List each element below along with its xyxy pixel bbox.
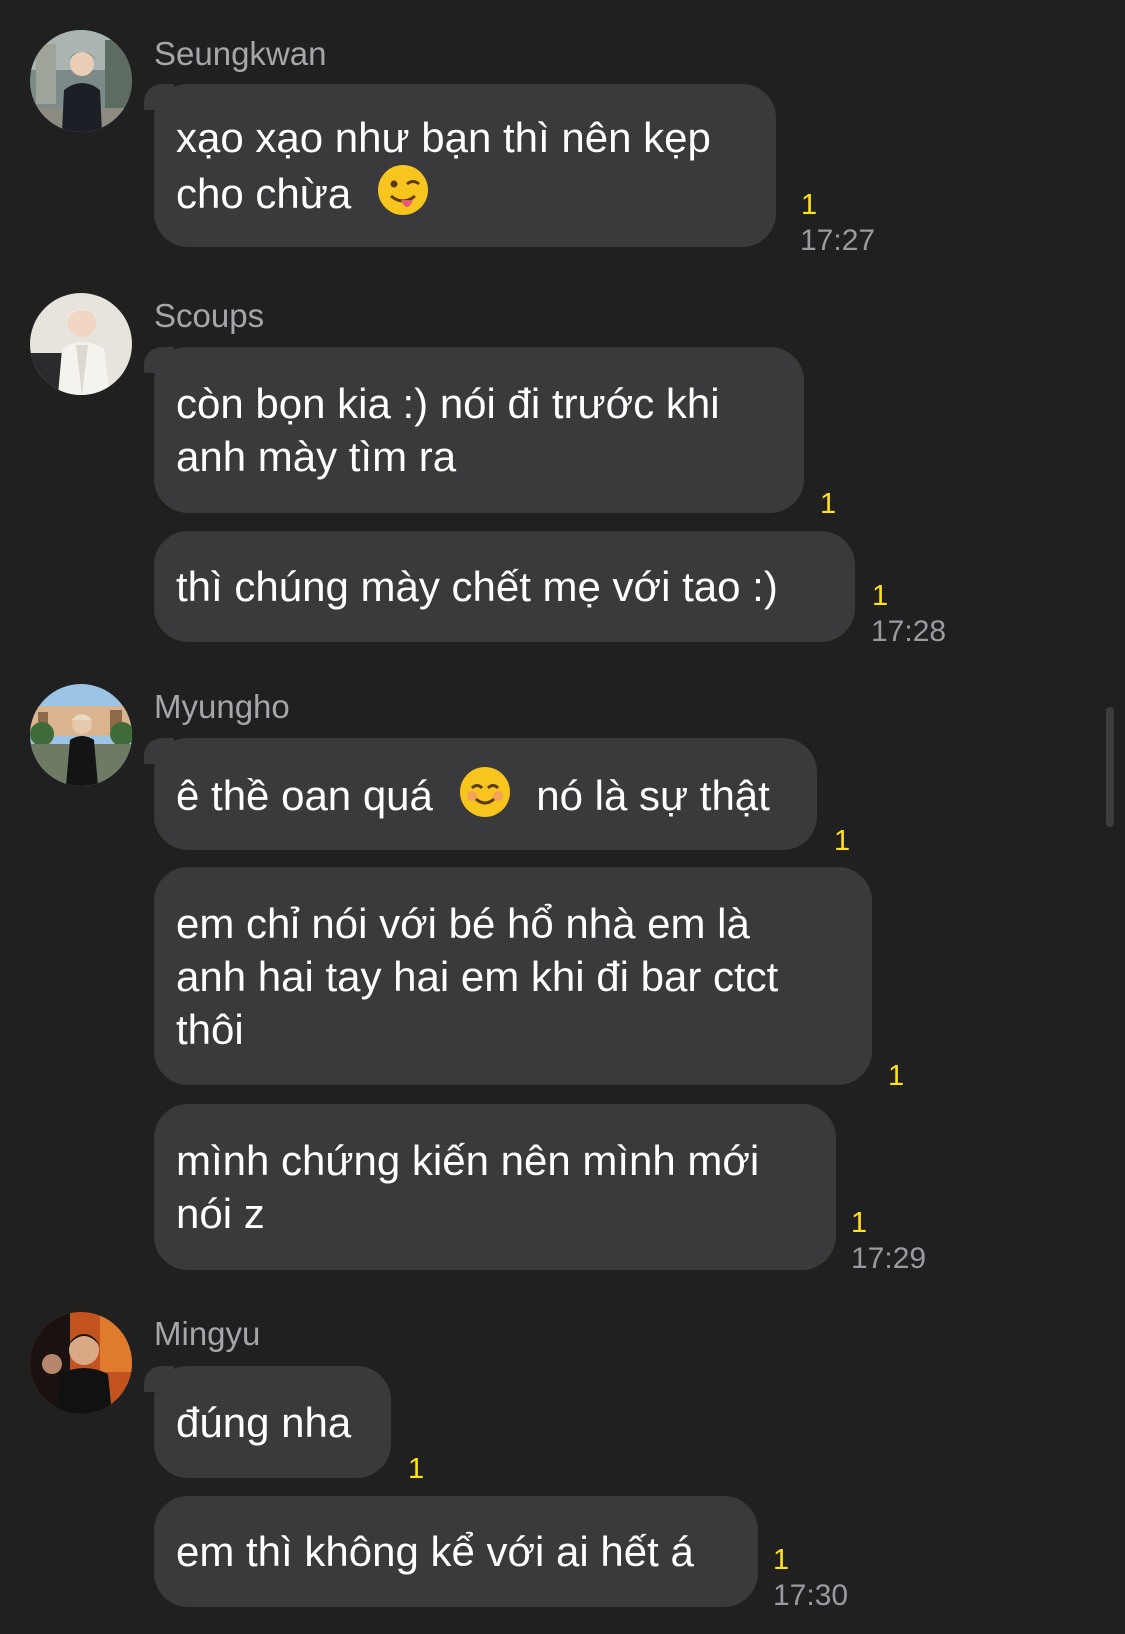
message-bubble[interactable]: em thì không kể với ai hết á <box>154 1496 758 1607</box>
winking-face-tongue-icon <box>377 164 429 216</box>
unread-count: 1 <box>820 488 837 520</box>
sender-name: Scoups <box>154 297 265 334</box>
message-text-line: anh mày tìm ra <box>176 433 457 480</box>
sender-name: Mingyu <box>154 1315 261 1352</box>
smiling-face-icon <box>459 766 511 818</box>
message-text: thì chúng mày chết mẹ với tao :) <box>176 563 778 610</box>
chat-room: Seungkwan xạo xạo như bạn thì nên kẹp ch… <box>0 0 1125 1634</box>
message-text: đúng nha <box>176 1398 352 1446</box>
message-timestamp: 17:30 <box>773 1579 849 1612</box>
avatar-seungkwan[interactable] <box>30 30 132 132</box>
message-bubble[interactable]: xạo xạo như bạn thì nên kẹp cho chừa <box>144 84 776 247</box>
message-text-line: em chỉ nói với bé hổ nhà em là <box>176 899 750 947</box>
message-text-line: cho chừa <box>176 170 352 217</box>
message-text-line: thôi <box>176 1005 244 1053</box>
scrollbar-thumb[interactable] <box>1106 707 1114 827</box>
avatar-mingyu[interactable] <box>30 1312 132 1414</box>
unread-count: 1 <box>888 1060 905 1092</box>
unread-count: 1 <box>834 825 851 857</box>
message-bubble[interactable]: còn bọn kia :) nói đi trước khi anh mày … <box>144 347 804 513</box>
unread-count: 1 <box>801 189 818 221</box>
message-text-line: nói z <box>176 1190 265 1237</box>
message-text-line: xạo xạo như bạn thì nên kẹp <box>176 114 711 161</box>
unread-count: 1 <box>773 1544 790 1576</box>
message-bubble[interactable]: thì chúng mày chết mẹ với tao :) <box>154 531 855 642</box>
message-bubble[interactable]: đúng nha <box>144 1366 391 1478</box>
profile-photo-icon <box>30 30 132 132</box>
unread-count: 1 <box>408 1453 425 1485</box>
message-bubble[interactable]: em chỉ nói với bé hổ nhà em là anh hai t… <box>154 867 872 1085</box>
message-timestamp: 17:27 <box>800 224 876 257</box>
avatar-myungho[interactable] <box>30 684 132 786</box>
profile-photo-icon <box>30 293 132 395</box>
avatar-scoups[interactable] <box>30 293 132 395</box>
message-timestamp: 17:29 <box>851 1242 927 1275</box>
profile-photo-icon <box>30 1312 132 1414</box>
message-timestamp: 17:28 <box>871 615 947 648</box>
profile-photo-icon <box>30 684 132 786</box>
message-bubble[interactable]: ê thề oan quá nó là sự thật <box>144 738 817 850</box>
message-text-line: mình chứng kiến nên mình mới <box>176 1137 760 1184</box>
message-bubble[interactable]: mình chứng kiến nên mình mới nói z <box>154 1104 836 1270</box>
unread-count: 1 <box>872 580 889 612</box>
message-text: nó là sự thật <box>536 772 770 819</box>
sender-name: Seungkwan <box>154 35 327 72</box>
message-text: ê thề oan quá <box>176 772 445 819</box>
sender-name: Myungho <box>154 688 290 725</box>
message-text-line: còn bọn kia :) nói đi trước khi <box>176 380 720 427</box>
message-text-line: anh hai tay hai em khi đi bar ctct <box>176 952 779 1000</box>
unread-count: 1 <box>851 1207 868 1239</box>
message-text: em thì không kể với ai hết á <box>176 1528 694 1575</box>
